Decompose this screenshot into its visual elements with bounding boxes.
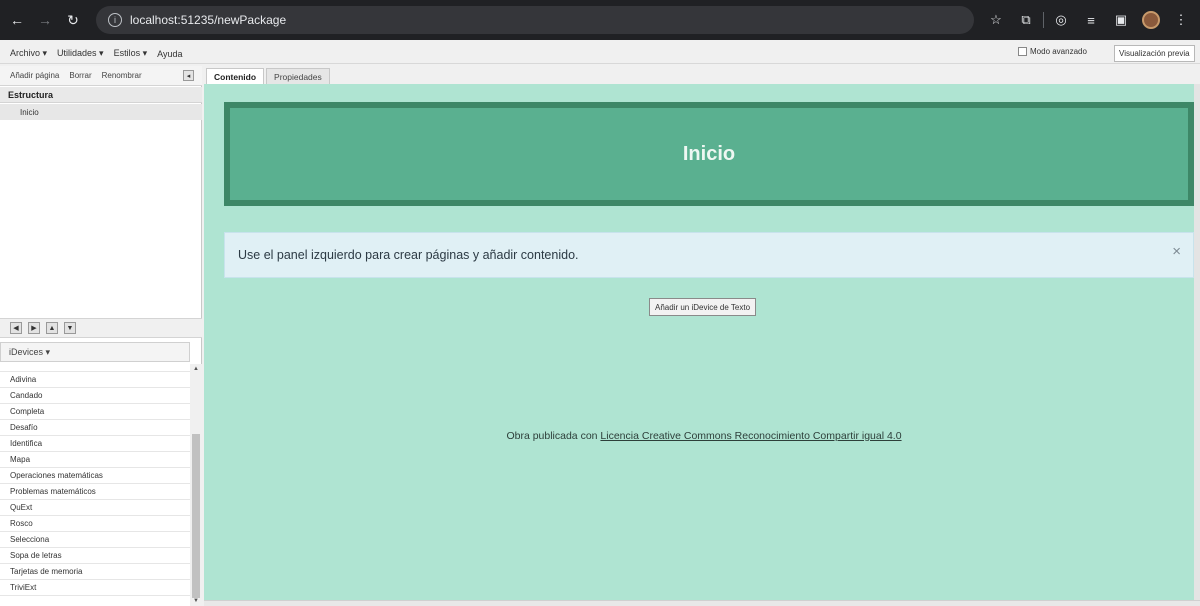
add-page-button[interactable]: Añadir página xyxy=(10,71,59,80)
tree-item-inicio[interactable]: Inicio xyxy=(0,104,202,120)
advanced-mode-checkbox[interactable] xyxy=(1018,47,1027,56)
menu-utilidades[interactable]: Utilidades ▾ xyxy=(57,48,104,59)
scroll-down-icon[interactable]: ▼ xyxy=(193,598,199,604)
puzzle-icon[interactable]: ⧉ xyxy=(1013,8,1039,32)
idevice-item[interactable]: Desafío xyxy=(0,420,190,436)
horizontal-scrollbar[interactable] xyxy=(204,600,1200,606)
structure-header: Estructura xyxy=(0,87,202,103)
menu-estilos[interactable]: Estilos ▾ xyxy=(114,48,148,59)
idevice-item[interactable]: Selecciona xyxy=(0,532,190,548)
content-scrollbar[interactable] xyxy=(1194,84,1200,600)
move-down-icon[interactable]: ▼ xyxy=(64,322,76,334)
url-text: localhost:51235/newPackage xyxy=(130,13,287,27)
content-area: Inicio Use el panel izquierdo para crear… xyxy=(204,84,1194,600)
structure-toolbar: Añadir página Borrar Renombrar ◂ xyxy=(0,66,202,86)
back-icon[interactable]: ← xyxy=(6,9,28,31)
scroll-up-icon[interactable]: ▲ xyxy=(193,366,199,372)
idevice-item[interactable]: Tarjetas de memoria xyxy=(0,564,190,580)
reading-list-icon[interactable]: ≡ xyxy=(1078,8,1104,32)
left-panel: Añadir página Borrar Renombrar ◂ Estruct… xyxy=(0,66,202,606)
alert-text: Use el panel izquierdo para crear página… xyxy=(238,248,579,262)
add-text-idevice-button[interactable]: Añadir un iDevice de Texto xyxy=(649,298,757,316)
move-buttons-bar: ◀ ▶ ▲ ▼ xyxy=(0,318,202,338)
menu-archivo[interactable]: Archivo ▾ xyxy=(10,48,47,59)
star-icon[interactable]: ☆ xyxy=(983,8,1009,32)
idevice-item[interactable]: Candado xyxy=(0,388,190,404)
toolbar-divider xyxy=(1043,12,1044,28)
license-link[interactable]: Licencia Creative Commons Reconocimiento… xyxy=(600,430,901,442)
idevice-item[interactable]: Rosco xyxy=(0,516,190,532)
close-icon[interactable]: × xyxy=(1172,243,1181,260)
scroll-thumb[interactable] xyxy=(192,434,200,598)
forward-icon[interactable]: → xyxy=(34,9,56,31)
move-up-icon[interactable]: ▲ xyxy=(46,322,58,334)
advanced-mode-label: Modo avanzado xyxy=(1030,47,1087,56)
idevice-item[interactable]: TriviExt xyxy=(0,580,190,596)
preview-button[interactable]: Visualización previa xyxy=(1114,45,1195,62)
page-title-box: Inicio xyxy=(224,102,1194,206)
site-info-icon[interactable]: i xyxy=(108,13,122,27)
side-panel-icon[interactable]: ▣ xyxy=(1108,8,1134,32)
license-footer: Obra publicada con Licencia Creative Com… xyxy=(204,430,1200,442)
page-title: Inicio xyxy=(682,142,736,165)
app-menubar: Archivo ▾ Utilidades ▾ Estilos ▾ Ayuda M… xyxy=(0,44,1200,64)
media-icon[interactable]: ◎ xyxy=(1048,8,1074,32)
idevice-item[interactable]: Adivina xyxy=(0,372,190,388)
idevice-item[interactable]: Completa xyxy=(0,404,190,420)
idevice-item[interactable]: Identifica xyxy=(0,436,190,452)
idevice-item[interactable]: Sopa de letras xyxy=(0,548,190,564)
more-menu-icon[interactable]: ⋮ xyxy=(1168,8,1194,32)
rename-page-button[interactable]: Renombrar xyxy=(102,71,142,80)
footer-prefix: Obra publicada con xyxy=(506,430,601,442)
menu-ayuda[interactable]: Ayuda xyxy=(157,49,182,59)
promote-left-icon[interactable]: ◀ xyxy=(10,322,22,334)
tab-contenido[interactable]: Contenido xyxy=(206,68,265,84)
info-alert: Use el panel izquierdo para crear página… xyxy=(224,232,1194,278)
demote-right-icon[interactable]: ▶ xyxy=(28,322,40,334)
content-tabs: Contenido Propiedades xyxy=(204,66,1200,84)
browser-toolbar: ← → ↻ i localhost:51235/newPackage ☆ ⧉ ◎… xyxy=(0,0,1200,40)
advanced-mode-toggle[interactable]: Modo avanzado xyxy=(1018,47,1087,56)
idevice-item[interactable]: Problemas matemáticos xyxy=(0,484,190,500)
idevices-list: Adivina Candado Completa Desafío Identifica M… xyxy=(0,364,190,606)
list-item xyxy=(0,364,190,372)
tab-propiedades[interactable]: Propiedades xyxy=(266,68,330,84)
idevice-item[interactable]: Mapa xyxy=(0,452,190,468)
address-bar[interactable]: i localhost:51235/newPackage xyxy=(96,6,974,34)
idevice-item[interactable]: QuExt xyxy=(0,500,190,516)
idevices-scrollbar[interactable]: ▲ ▼ xyxy=(190,364,202,606)
reload-icon[interactable]: ↻ xyxy=(62,9,84,31)
profile-avatar[interactable] xyxy=(1138,8,1164,32)
delete-page-button[interactable]: Borrar xyxy=(69,71,91,80)
collapse-icon[interactable]: ◂ xyxy=(183,70,194,81)
idevice-item[interactable]: Operaciones matemáticas xyxy=(0,468,190,484)
idevices-header[interactable]: iDevices ▾ xyxy=(0,342,190,362)
